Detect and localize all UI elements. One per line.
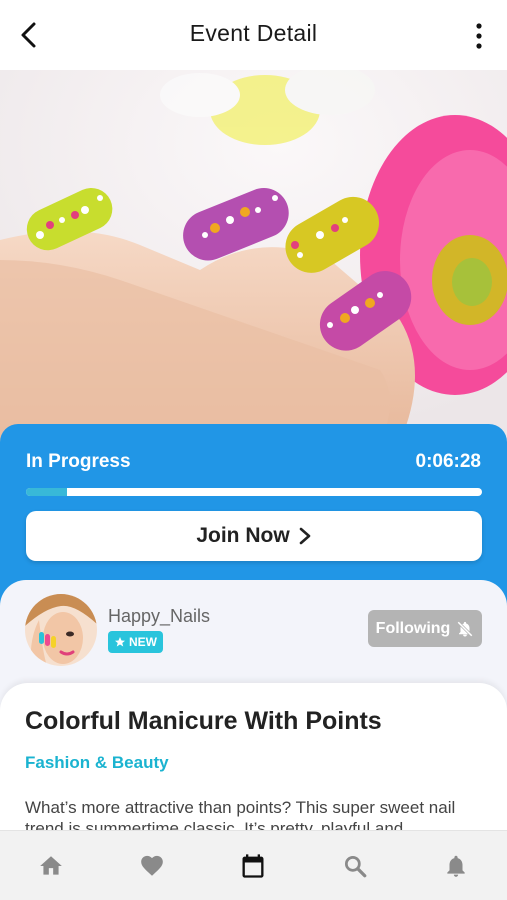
bottom-tab-bar	[0, 830, 507, 900]
join-now-button[interactable]: Join Now	[26, 511, 482, 561]
following-label: Following	[375, 619, 451, 637]
progress-bar-fill	[26, 488, 68, 496]
event-cover-image	[0, 70, 507, 442]
tab-favorites[interactable]	[132, 846, 172, 886]
star-icon	[115, 637, 125, 647]
tab-events[interactable]	[233, 846, 273, 886]
host-name: Happy_Nails	[108, 606, 211, 626]
event-status-label: In Progress	[26, 451, 131, 472]
heart-icon	[141, 855, 163, 876]
chevron-right-icon	[299, 527, 310, 545]
elapsed-time: 0:06:28	[415, 451, 482, 472]
new-badge: NEW	[108, 631, 163, 653]
tab-home[interactable]	[31, 846, 71, 886]
tab-search[interactable]	[335, 846, 375, 886]
bell-icon	[447, 855, 465, 877]
calendar-icon	[242, 853, 264, 878]
search-icon	[344, 855, 367, 877]
host-avatar[interactable]	[25, 594, 97, 666]
progress-bar	[26, 488, 482, 496]
event-info-card: Colorful Manicure With Points Fashion & …	[0, 683, 507, 838]
bell-off-icon	[457, 620, 474, 637]
join-now-label: Join Now	[196, 524, 290, 547]
new-badge-label: NEW	[129, 635, 157, 649]
event-category[interactable]: Fashion & Beauty	[25, 753, 169, 773]
following-button[interactable]: Following	[368, 610, 482, 647]
page-title: Event Detail	[189, 20, 318, 46]
app-header: Event Detail	[0, 0, 507, 70]
tab-notifications[interactable]	[436, 846, 476, 886]
event-title: Colorful Manicure With Points	[25, 707, 382, 735]
more-vertical-icon[interactable]	[469, 20, 489, 52]
home-icon	[39, 855, 62, 875]
